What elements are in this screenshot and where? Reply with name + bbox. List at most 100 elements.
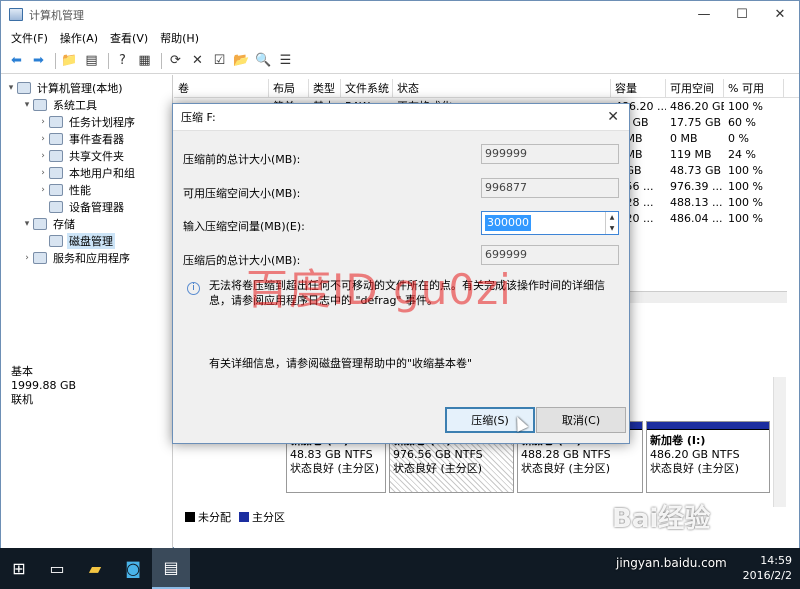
navigation-tree: ▾ 计算机管理(本地) ▾ 系统工具 › 任务计划程序 › 事件查看器 › 共享文件夹 › 本地用户和… bbox=[1, 75, 173, 549]
tree-item[interactable]: › 服务和应用程序 bbox=[1, 249, 172, 266]
tree-item-label: 系统工具 bbox=[53, 98, 97, 112]
info-icon: i bbox=[187, 282, 200, 295]
table-cell: 488.13 ... bbox=[670, 196, 723, 209]
computer-management-taskbar-icon[interactable]: ▤ bbox=[152, 548, 190, 589]
column-percent-free[interactable]: % 可用 bbox=[724, 79, 784, 97]
available-shrink-label: 可用压缩空间大小(MB): bbox=[183, 187, 301, 200]
shrink-amount-value[interactable]: 300000 bbox=[485, 215, 531, 231]
shrink-amount-input[interactable]: 300000 ▲ ▼ bbox=[481, 211, 619, 235]
tree-expander-icon[interactable]: ▾ bbox=[21, 219, 33, 229]
tree-item-label: 性能 bbox=[69, 183, 91, 197]
toolbar: ⬅ ➡ 📁 ▤ ? ▦ ⟳ ✕ ☑ 📂 🔍 ☰ bbox=[1, 48, 799, 74]
help-reference: 有关详细信息，请参阅磁盘管理帮助中的"收缩基本卷" bbox=[209, 357, 473, 370]
list-view-icon[interactable]: ☰ bbox=[276, 51, 295, 70]
menu-file[interactable]: 文件(F) bbox=[5, 30, 54, 46]
shrink-amount-label: 输入压缩空间量(MB)(E): bbox=[183, 220, 305, 233]
tree-item[interactable]: › 事件查看器 bbox=[1, 130, 172, 147]
tree-item[interactable]: › 性能 bbox=[1, 181, 172, 198]
checklist-icon[interactable]: ☑ bbox=[210, 51, 229, 70]
file-explorer-icon[interactable]: ▰ bbox=[76, 548, 114, 589]
spin-up-icon[interactable]: ▲ bbox=[606, 212, 618, 223]
up-folder-icon[interactable]: 📁 bbox=[60, 51, 79, 70]
show-hide-tree-icon[interactable]: ▤ bbox=[82, 51, 101, 70]
tree-node-icon bbox=[49, 132, 63, 145]
back-icon[interactable]: ⬅ bbox=[7, 51, 26, 70]
tree-item[interactable]: ▾ 计算机管理(本地) bbox=[1, 79, 172, 96]
column-status[interactable]: 状态 bbox=[393, 79, 611, 97]
table-cell: 0 % bbox=[728, 132, 749, 145]
tree-item[interactable]: › 任务计划程序 bbox=[1, 113, 172, 130]
tree-expander-icon[interactable]: › bbox=[37, 117, 49, 127]
system-clock[interactable]: 14:59 2016/2/2 bbox=[743, 553, 792, 583]
tree-node-icon bbox=[17, 81, 31, 94]
tree-item[interactable]: 设备管理器 bbox=[1, 198, 172, 215]
store-icon[interactable]: ◙ bbox=[114, 548, 152, 589]
close-button[interactable]: ✕ bbox=[761, 1, 799, 28]
tree-item-label: 共享文件夹 bbox=[69, 149, 124, 163]
open-folder-icon[interactable]: 📂 bbox=[232, 51, 251, 70]
tree-node-icon bbox=[49, 234, 63, 247]
table-cell: 486.20 GB bbox=[670, 100, 724, 113]
tree-expander-icon[interactable]: ▾ bbox=[5, 83, 17, 93]
tree-item[interactable]: ▾ 系统工具 bbox=[1, 96, 172, 113]
table-cell: 24 % bbox=[728, 148, 756, 161]
minimize-button[interactable]: — bbox=[685, 1, 723, 28]
tree-expander-icon[interactable]: › bbox=[37, 151, 49, 161]
tree-expander-icon[interactable]: › bbox=[37, 185, 49, 195]
partition-status: 状态良好 (主分区) bbox=[521, 462, 611, 475]
tree-node-icon bbox=[33, 217, 47, 230]
available-shrink-value: 996877 bbox=[481, 178, 619, 198]
tree-expander-icon[interactable]: › bbox=[21, 253, 33, 263]
baidu-logo: Bai经验 bbox=[612, 504, 711, 534]
toolbar-separator bbox=[161, 52, 162, 69]
dialog-close-button[interactable]: ✕ bbox=[607, 109, 619, 125]
tree-item-label: 事件查看器 bbox=[69, 132, 124, 146]
tree-expander-icon[interactable]: ▾ bbox=[21, 100, 33, 110]
help-icon[interactable]: ? bbox=[113, 51, 132, 70]
tree-item[interactable]: › 本地用户和组 bbox=[1, 164, 172, 181]
legend-unallocated: 未分配 bbox=[198, 511, 231, 524]
partition-size: 488.28 GB NTFS bbox=[521, 448, 611, 461]
volume-table-header: 卷 布局 类型 文件系统 状态 容量 可用空间 % 可用 bbox=[174, 79, 799, 98]
partition-i[interactable]: 新加卷 (I:) 486.20 GB NTFS 状态良好 (主分区) bbox=[646, 421, 770, 493]
vertical-scrollbar[interactable] bbox=[773, 377, 786, 507]
tree-item-label: 服务和应用程序 bbox=[53, 251, 130, 265]
size-before-value: 999999 bbox=[481, 144, 619, 164]
column-type[interactable]: 类型 bbox=[309, 79, 341, 97]
properties-icon[interactable]: ▦ bbox=[135, 51, 154, 70]
dialog-title-bar: 压缩 F: bbox=[173, 104, 629, 131]
tree-item[interactable]: › 共享文件夹 bbox=[1, 147, 172, 164]
tree-expander-icon[interactable]: › bbox=[37, 168, 49, 178]
refresh-icon[interactable]: ⟳ bbox=[166, 51, 185, 70]
tree-item-label: 磁盘管理 bbox=[67, 232, 115, 249]
tree-node-icon bbox=[49, 149, 63, 162]
column-filesystem[interactable]: 文件系统 bbox=[341, 79, 393, 97]
column-free-space[interactable]: 可用空间 bbox=[666, 79, 724, 97]
spin-down-icon[interactable]: ▼ bbox=[606, 223, 618, 234]
column-volume[interactable]: 卷 bbox=[174, 79, 269, 97]
tree-item[interactable]: 磁盘管理 bbox=[1, 232, 172, 249]
shrink-amount-spinner[interactable]: ▲ ▼ bbox=[605, 212, 618, 234]
table-cell: 100 % bbox=[728, 196, 763, 209]
menu-help[interactable]: 帮助(H) bbox=[154, 30, 205, 46]
menu-view[interactable]: 查看(V) bbox=[104, 30, 154, 46]
tree-node-icon bbox=[49, 200, 63, 213]
maximize-button[interactable]: ☐ bbox=[723, 1, 761, 28]
table-cell: 100 % bbox=[728, 180, 763, 193]
clock-date: 2016/2/2 bbox=[742, 569, 792, 582]
tree-item[interactable]: ▾ 存储 bbox=[1, 215, 172, 232]
table-cell: 100 % bbox=[728, 164, 763, 177]
search-icon[interactable]: 🔍 bbox=[254, 51, 273, 70]
legend-primary: 主分区 bbox=[252, 511, 285, 524]
menu-action[interactable]: 操作(A) bbox=[54, 30, 104, 46]
cancel-button[interactable]: 取消(C) bbox=[536, 407, 626, 433]
start-button-icon[interactable]: ⊞ bbox=[0, 548, 38, 589]
tree-item-label: 设备管理器 bbox=[69, 200, 124, 214]
forward-icon[interactable]: ➡ bbox=[29, 51, 48, 70]
tree-expander-icon[interactable]: › bbox=[37, 134, 49, 144]
column-capacity[interactable]: 容量 bbox=[611, 79, 666, 97]
delete-icon[interactable]: ✕ bbox=[188, 51, 207, 70]
partition-title: 新加卷 (I:) bbox=[650, 434, 706, 447]
column-layout[interactable]: 布局 bbox=[269, 79, 309, 97]
task-view-icon[interactable]: ▭ bbox=[38, 548, 76, 589]
